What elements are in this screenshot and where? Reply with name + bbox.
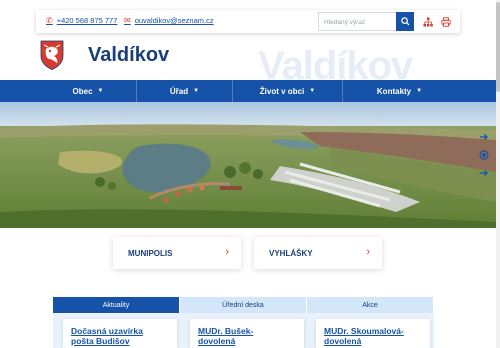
caret-down-icon: ▼ xyxy=(193,88,200,94)
caret-down-icon: ▼ xyxy=(416,88,423,94)
tab-akce[interactable]: Akce xyxy=(307,297,433,313)
page-scrollbar[interactable] xyxy=(496,0,500,348)
share-button[interactable] xyxy=(474,128,494,146)
search-button[interactable] xyxy=(396,12,414,31)
nav-item-zivot-v-obci[interactable]: Život v obci ▼ xyxy=(232,80,342,102)
email-address: ouvaldikov@seznam.cz xyxy=(134,16,214,25)
print-button[interactable] xyxy=(438,14,453,29)
news-card-title[interactable]: dovolená xyxy=(198,336,304,346)
quick-link-label: VYHLÁŠKY xyxy=(269,248,313,258)
hero-aerial-photo xyxy=(0,102,496,228)
news-card[interactable]: MUDr. Bušek- dovolená xyxy=(190,319,304,348)
municipal-crest-logo[interactable] xyxy=(40,40,64,70)
nav-item-obec[interactable]: Obec ▼ xyxy=(40,80,136,102)
scroll-down-button[interactable] xyxy=(474,164,494,182)
nav-item-label: Obec xyxy=(72,86,93,96)
caret-down-icon: ▼ xyxy=(309,88,316,94)
quick-link-label: MUNIPOLIS xyxy=(128,248,173,258)
chevron-right-icon: › xyxy=(366,246,370,258)
news-card[interactable]: Dočasná uzavírka pošta Budišov xyxy=(63,319,177,348)
nav-item-urad[interactable]: Úřad ▼ xyxy=(136,80,232,102)
nav-item-label: Úřad xyxy=(169,86,189,96)
phone-icon: ✆ xyxy=(46,16,53,25)
site-header: Valdíkov Valdíkov xyxy=(0,36,500,88)
news-card-title[interactable]: Dočasná uzavírka xyxy=(71,326,177,336)
news-card-title[interactable]: pošta Budišov xyxy=(71,336,177,346)
email-link[interactable]: ✉ ouvaldikov@seznam.cz xyxy=(124,16,214,25)
news-card-title[interactable]: MUDr. Skoumalová- xyxy=(324,326,430,336)
quick-link-munipolis[interactable]: MUNIPOLIS › xyxy=(113,237,241,269)
phone-number: +420 568 875 777 xyxy=(56,16,118,25)
top-contact-bar: ✆ +420 568 875 777 ✉ ouvaldikov@seznam.c… xyxy=(36,10,460,33)
tab-aktuality[interactable]: Aktuality xyxy=(53,297,179,313)
news-card-title[interactable]: MUDr. Bušek- xyxy=(198,326,304,336)
quick-link-vyhlasky[interactable]: VYHLÁŠKY › xyxy=(254,237,382,269)
caret-down-icon: ▼ xyxy=(97,88,104,94)
printer-icon xyxy=(440,16,451,27)
news-card-title[interactable]: dovolená xyxy=(324,336,430,346)
contrast-button[interactable] xyxy=(474,146,494,164)
share-icon xyxy=(480,134,488,140)
envelope-icon: ✉ xyxy=(124,16,131,25)
sitemap-button[interactable] xyxy=(420,14,435,29)
main-navigation: Obec ▼ Úřad ▼ Život v obci ▼ Kontakty ▼ xyxy=(0,80,496,102)
nav-item-kontakty[interactable]: Kontakty ▼ xyxy=(342,80,456,102)
phone-link[interactable]: ✆ +420 568 875 777 xyxy=(46,16,117,25)
scrollbar-thumb[interactable] xyxy=(496,2,500,92)
arrow-right-icon xyxy=(480,170,488,176)
contrast-icon xyxy=(479,150,489,160)
site-title[interactable]: Valdíkov xyxy=(88,44,169,67)
nav-item-label: Kontakty xyxy=(376,86,412,96)
search-icon xyxy=(400,17,410,26)
news-tabs: Aktuality Úřední deska Akce xyxy=(53,297,434,313)
sitemap-icon xyxy=(423,17,433,26)
tab-uredni-deska[interactable]: Úřední deska xyxy=(180,297,306,313)
chevron-right-icon: › xyxy=(225,246,229,258)
news-card[interactable]: MUDr. Skoumalová- dovolená xyxy=(316,319,430,348)
side-toolbar xyxy=(474,128,494,184)
nav-item-label: Život v obci xyxy=(259,86,305,96)
